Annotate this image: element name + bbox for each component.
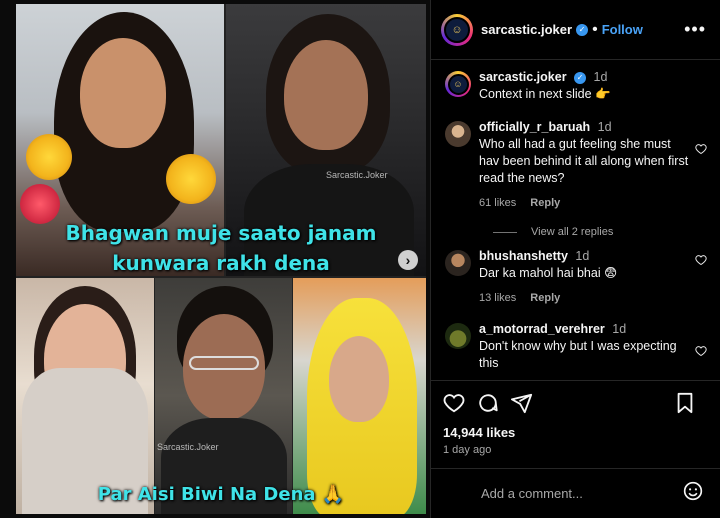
add-comment-bar [431, 468, 720, 518]
view-replies-button[interactable]: View all 2 replies [493, 226, 707, 238]
comment-text: Context in next slide 👉 [479, 87, 611, 101]
logo-icon: ☺ [447, 73, 469, 95]
follow-button[interactable]: Follow [602, 22, 643, 37]
comment-text: Who all had a gut feeling she must hav b… [479, 137, 689, 185]
share-button[interactable] [511, 392, 533, 414]
avatar[interactable]: ☺ [441, 13, 473, 46]
heart-icon[interactable] [695, 254, 707, 266]
more-horizontal-icon[interactable]: ••• [684, 19, 706, 40]
comment-time: 1d [575, 249, 590, 263]
post-sidebar: ☺ sarcastic.joker ✓ • Follow ••• ☺ sarca… [430, 0, 720, 518]
send-icon [511, 393, 533, 414]
logo-icon: ☺ [444, 16, 470, 43]
photo-woman-veil [16, 278, 154, 514]
comment-button[interactable] [477, 392, 499, 414]
watermark-text: Sarcastic.Joker [157, 442, 219, 452]
post-date[interactable]: 1 day ago [443, 444, 707, 456]
caption-top: Bhagwan muje saato janam kunwara rakh de… [65, 221, 377, 275]
caption-comment: ☺ sarcastic.joker ✓ 1d Context in next s… [445, 69, 707, 103]
separator-dot: • [592, 20, 598, 38]
next-slide-button[interactable]: › [398, 250, 418, 270]
save-button[interactable] [675, 392, 695, 414]
comment-text: Dar ka mahol hai bhai 😨 [479, 266, 618, 280]
avatar[interactable]: ☺ [445, 71, 471, 97]
verified-badge-icon: ✓ [574, 71, 587, 84]
comment-username[interactable]: a_motorrad_verehrer [479, 322, 605, 336]
comments-list[interactable]: ☺ sarcastic.joker ✓ 1d Context in next s… [431, 61, 720, 379]
comment-item: officially_r_baruah 1d Who all had a gut… [445, 119, 707, 212]
comment-likes[interactable]: 13 likes [479, 292, 516, 304]
heart-icon[interactable] [695, 345, 707, 357]
comment-item: bhushanshetty 1d Dar ka mahol hai bhai 😨… [445, 248, 707, 307]
reply-button[interactable]: Reply [530, 292, 560, 304]
comment-text: Don't know why but I was expecting this [479, 339, 677, 370]
comment-likes[interactable]: 61 likes [479, 197, 516, 209]
photo-woman-glasses: Sarcastic.Joker [155, 278, 292, 514]
bookmark-icon [677, 392, 693, 414]
smiley-icon [683, 481, 703, 501]
like-button[interactable] [443, 392, 465, 414]
verified-badge-icon: ✓ [576, 23, 589, 36]
comment-time: 1d [612, 322, 627, 336]
caption-bottom: Par Aisi Biwi Na Dena 🙏 [97, 484, 345, 505]
comment-username[interactable]: bhushanshetty [479, 249, 568, 263]
heart-icon[interactable] [695, 143, 707, 155]
likes-count[interactable]: 14,944 likes [443, 425, 707, 440]
view-replies-label: View all 2 replies [531, 226, 614, 238]
comment-time: 1d [597, 120, 612, 134]
comment-username[interactable]: sarcastic.joker [479, 70, 567, 84]
avatar[interactable] [445, 323, 471, 349]
avatar[interactable] [445, 121, 471, 147]
comment-icon [479, 394, 498, 412]
comment-item: a_motorrad_verehrer 1d Don't know why bu… [445, 321, 707, 372]
post-header: ☺ sarcastic.joker ✓ • Follow ••• [431, 0, 720, 60]
avatar[interactable] [445, 250, 471, 276]
comment-time: 1d [593, 70, 608, 84]
photo-woman-yellow-scarf [293, 278, 426, 514]
heart-icon [443, 394, 465, 413]
meme-image: Sarcastic.Joker Sarcastic.Joker Bhagwan … [16, 4, 426, 514]
watermark-text: Sarcastic.Joker [326, 170, 388, 180]
chevron-right-icon: › [405, 252, 411, 268]
emoji-button[interactable] [683, 481, 703, 506]
post-actions: 14,944 likes 1 day ago [431, 380, 720, 456]
comment-input[interactable] [481, 486, 661, 501]
comment-username[interactable]: officially_r_baruah [479, 120, 590, 134]
username-link[interactable]: sarcastic.joker [481, 22, 572, 37]
post-media[interactable]: Sarcastic.Joker Sarcastic.Joker Bhagwan … [0, 0, 430, 518]
reply-button[interactable]: Reply [530, 197, 560, 209]
